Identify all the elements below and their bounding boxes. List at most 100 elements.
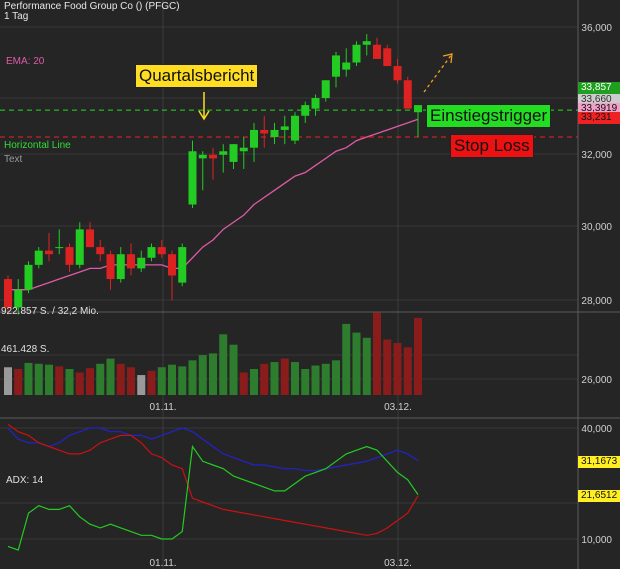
candle-body bbox=[403, 80, 412, 109]
x-tick-label: 03.12. bbox=[384, 558, 412, 569]
x-tick-label: 01.11. bbox=[149, 558, 176, 569]
candle-body bbox=[301, 105, 310, 116]
volume-bar bbox=[45, 364, 53, 395]
volume-bar bbox=[321, 363, 330, 395]
volume-bar bbox=[168, 364, 176, 395]
candle-body bbox=[362, 41, 371, 45]
candle-body bbox=[209, 154, 217, 159]
quartalsbericht-annotation[interactable]: Quartalsbericht bbox=[135, 64, 259, 88]
candle-body bbox=[106, 254, 115, 280]
candle-body bbox=[311, 98, 320, 109]
price-tag-last: 33,857 bbox=[578, 82, 620, 94]
candle-body bbox=[342, 62, 351, 70]
candle-body bbox=[55, 247, 64, 249]
y-tick-label: 26,000 bbox=[581, 375, 612, 386]
candle-body bbox=[147, 247, 156, 258]
candle-body bbox=[280, 126, 289, 130]
volume-bar bbox=[86, 368, 94, 395]
adx-lines bbox=[7, 423, 419, 551]
adx-series-line bbox=[7, 444, 419, 551]
adx-series-line bbox=[7, 423, 419, 536]
volume-bar bbox=[383, 339, 392, 395]
volume-bar bbox=[75, 372, 84, 395]
einstiegstrigger-annotation[interactable]: Einstiegstrigger bbox=[426, 104, 552, 128]
candle-body bbox=[332, 55, 340, 77]
y-tick-label: 32,000 bbox=[581, 150, 612, 161]
volume-bar bbox=[188, 360, 197, 395]
adx-tag-red: 21,6512 bbox=[578, 490, 620, 502]
candle-body bbox=[270, 129, 279, 138]
volume-bar bbox=[270, 362, 279, 395]
volume-bar bbox=[260, 363, 269, 395]
price-tag-stop: 33,231 bbox=[578, 112, 620, 124]
candle-body bbox=[229, 144, 238, 162]
chart-interval: 1 Tag bbox=[4, 11, 29, 22]
candle-body bbox=[34, 250, 43, 265]
candle-body bbox=[24, 264, 33, 290]
grid-lines bbox=[0, 0, 620, 569]
volume-bar bbox=[403, 347, 412, 395]
volume-bar bbox=[14, 368, 23, 395]
volume-bar bbox=[157, 367, 166, 395]
volume-bars bbox=[4, 312, 422, 395]
volume-bar bbox=[239, 372, 248, 395]
volume-bar bbox=[137, 375, 146, 395]
volume-bar bbox=[393, 342, 402, 395]
candle-body bbox=[383, 48, 392, 67]
volume-bar bbox=[332, 360, 340, 395]
stop-loss-annotation[interactable]: Stop Loss bbox=[450, 134, 534, 158]
adx-tag-blue: 31,1673 bbox=[578, 456, 620, 468]
volume-bar bbox=[34, 363, 43, 395]
volume-bar bbox=[301, 368, 310, 395]
volume-bar bbox=[96, 363, 105, 395]
volume-bar bbox=[250, 368, 258, 395]
volume-bar bbox=[280, 358, 289, 395]
volume-bar bbox=[414, 317, 422, 395]
volume-bar bbox=[291, 362, 299, 395]
target-arrow-head bbox=[442, 53, 453, 64]
candle-body bbox=[291, 115, 299, 141]
x-tick-label: 01.11. bbox=[149, 402, 176, 413]
candle-body bbox=[157, 247, 166, 255]
candle-body bbox=[178, 247, 187, 283]
adx-y-tick-label: 40,000 bbox=[581, 424, 612, 435]
volume-bar bbox=[362, 337, 371, 395]
volume-high-label: 922.857 S. / 32,2 Mio. bbox=[1, 306, 99, 317]
candle-body bbox=[86, 229, 94, 248]
candle-body bbox=[127, 254, 135, 269]
volume-bar bbox=[178, 366, 187, 395]
volume-bar bbox=[198, 355, 207, 395]
y-tick-label: 36,000 bbox=[581, 23, 612, 34]
candle-body bbox=[373, 44, 381, 59]
adx-series-line bbox=[7, 427, 419, 472]
adx-label: ADX: 14 bbox=[6, 475, 44, 486]
volume-bar bbox=[219, 334, 228, 395]
ema-label: EMA: 20 bbox=[6, 56, 45, 67]
candle-body bbox=[188, 151, 197, 205]
volume-bar bbox=[116, 363, 125, 395]
volume-mid-label: 461.428 S. bbox=[1, 344, 50, 355]
candle-body bbox=[219, 151, 228, 155]
volume-bar bbox=[4, 367, 12, 395]
candle-body bbox=[65, 247, 74, 265]
y-tick-label: 30,000 bbox=[581, 222, 612, 233]
candle-body bbox=[321, 80, 330, 98]
candle-body bbox=[4, 279, 12, 308]
candle-body bbox=[352, 44, 361, 63]
candle-body bbox=[96, 247, 105, 255]
volume-bar bbox=[65, 368, 74, 395]
volume-bar bbox=[55, 366, 64, 395]
candle-body bbox=[116, 254, 125, 280]
volume-bar bbox=[24, 362, 33, 395]
adx-y-tick-label: 10,000 bbox=[581, 535, 612, 546]
text-tool-label[interactable]: Text bbox=[4, 154, 22, 165]
candle-body bbox=[414, 105, 422, 113]
horizontal-line-label[interactable]: Horizontal Line bbox=[4, 140, 71, 151]
volume-bar bbox=[127, 367, 135, 395]
candle-body bbox=[75, 229, 84, 265]
x-tick-label: 03.12. bbox=[384, 402, 412, 413]
volume-bar bbox=[147, 370, 156, 395]
stock-chart: 36,00034,00032,00030,00028,00026,00040,0… bbox=[0, 0, 620, 569]
target-arrow-shaft bbox=[423, 53, 453, 93]
volume-bar bbox=[373, 312, 381, 395]
